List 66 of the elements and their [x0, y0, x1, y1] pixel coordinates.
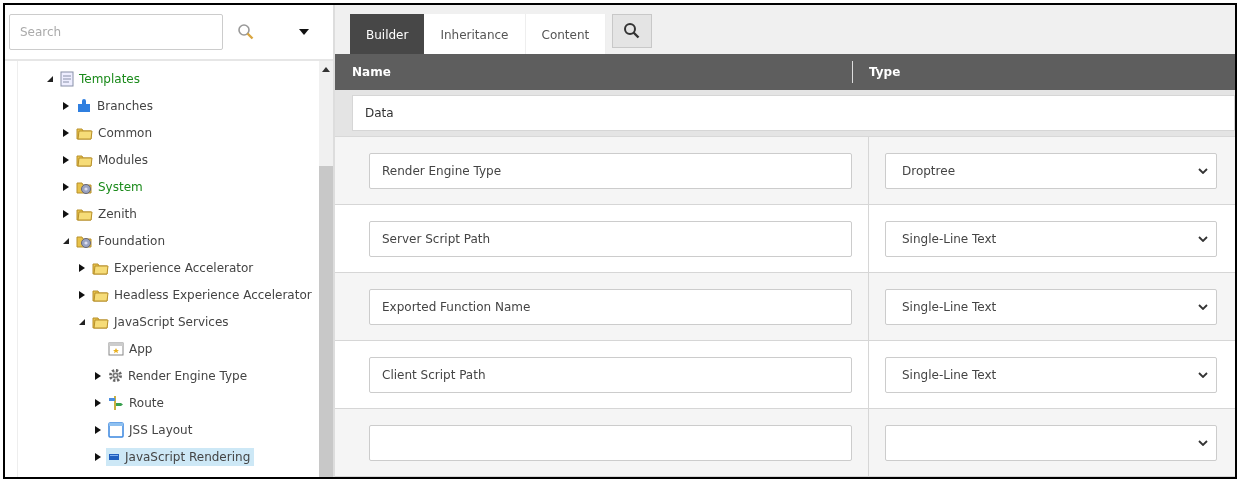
chevron-down-icon [1198, 167, 1208, 174]
tree-item[interactable]: System [74, 176, 147, 197]
collapsed-triangle-icon[interactable] [62, 100, 70, 111]
collapsed-triangle-icon[interactable] [62, 181, 70, 192]
tree-item[interactable]: Foundation [74, 230, 169, 251]
collapsed-triangle-icon[interactable] [62, 208, 70, 219]
tab[interactable]: Inheritance [424, 14, 526, 55]
field-type-select[interactable]: Droptree [885, 152, 1217, 189]
field-name-input[interactable]: Exported Function Name [369, 288, 852, 325]
tree-item[interactable]: Experience Accelerator [90, 258, 258, 277]
puzzle-icon [76, 97, 92, 114]
tree-item[interactable]: Modules [74, 150, 152, 169]
scroll-up-icon[interactable] [322, 67, 330, 72]
chevron-down-icon [1198, 303, 1208, 310]
tree-item[interactable]: Render Engine Type [106, 366, 252, 385]
tree-item[interactable]: Zenith [74, 204, 141, 223]
field-name-input[interactable]: Render Engine Type [369, 152, 852, 189]
field-name-input[interactable] [369, 424, 852, 461]
field-name-input[interactable]: Server Script Path [369, 220, 852, 257]
search-button[interactable] [612, 14, 653, 48]
gear-icon [108, 368, 123, 383]
tab[interactable]: Content [525, 14, 607, 55]
tree-item[interactable]: App [106, 339, 157, 358]
search-icon[interactable] [237, 23, 255, 41]
collapsed-triangle-icon[interactable] [94, 397, 102, 408]
tree-item[interactable]: Templates [58, 68, 144, 89]
collapsed-triangle-icon[interactable] [62, 127, 70, 138]
window-icon [108, 421, 124, 438]
field-type-select[interactable]: Single-Line Text [885, 288, 1217, 325]
chevron-down-icon [1198, 235, 1208, 242]
folder-icon [92, 287, 109, 302]
field-name-input[interactable]: Client Script Path [369, 356, 852, 393]
signpost-icon [108, 394, 124, 411]
document-icon [60, 70, 74, 87]
tree-item[interactable]: Route [106, 392, 168, 413]
collapsed-triangle-icon[interactable] [78, 289, 86, 300]
folder-icon [92, 314, 109, 329]
folder-icon [76, 152, 93, 167]
column-header: Name [351, 65, 392, 79]
tree-item[interactable]: JSS Layout [106, 419, 197, 440]
dropdown-caret-icon[interactable] [299, 29, 309, 35]
chevron-down-icon [1198, 371, 1208, 378]
folder-icon [92, 260, 109, 275]
tab[interactable]: Builder [350, 14, 425, 55]
field-type-select[interactable] [885, 424, 1217, 461]
tree-item[interactable]: JavaScript Services [90, 312, 233, 331]
collapsed-triangle-icon[interactable] [94, 424, 102, 435]
small-window-icon [108, 451, 120, 462]
folder-icon [76, 206, 93, 221]
section-name-field[interactable]: Data [352, 95, 1235, 131]
tree-item[interactable]: Common [74, 123, 157, 142]
field-type-select[interactable]: Single-Line Text [885, 220, 1217, 257]
folder-icon [76, 125, 93, 140]
field-type-select[interactable]: Single-Line Text [885, 356, 1217, 393]
tree-item[interactable]: JavaScript Rendering [106, 447, 255, 466]
column-header: Type [868, 65, 902, 79]
collapsed-triangle-icon[interactable] [78, 262, 86, 273]
search-icon [623, 22, 642, 40]
collapsed-triangle-icon[interactable] [94, 451, 102, 462]
search-field[interactable]: Search [9, 14, 223, 50]
collapsed-triangle-icon[interactable] [94, 370, 102, 381]
chevron-down-icon [1198, 439, 1208, 446]
collapsed-triangle-icon[interactable] [62, 154, 70, 165]
tree-item[interactable]: Headless Experience Accelerator [90, 285, 316, 304]
tree-item[interactable]: Branches [74, 95, 157, 116]
scrollbar[interactable] [319, 61, 333, 477]
